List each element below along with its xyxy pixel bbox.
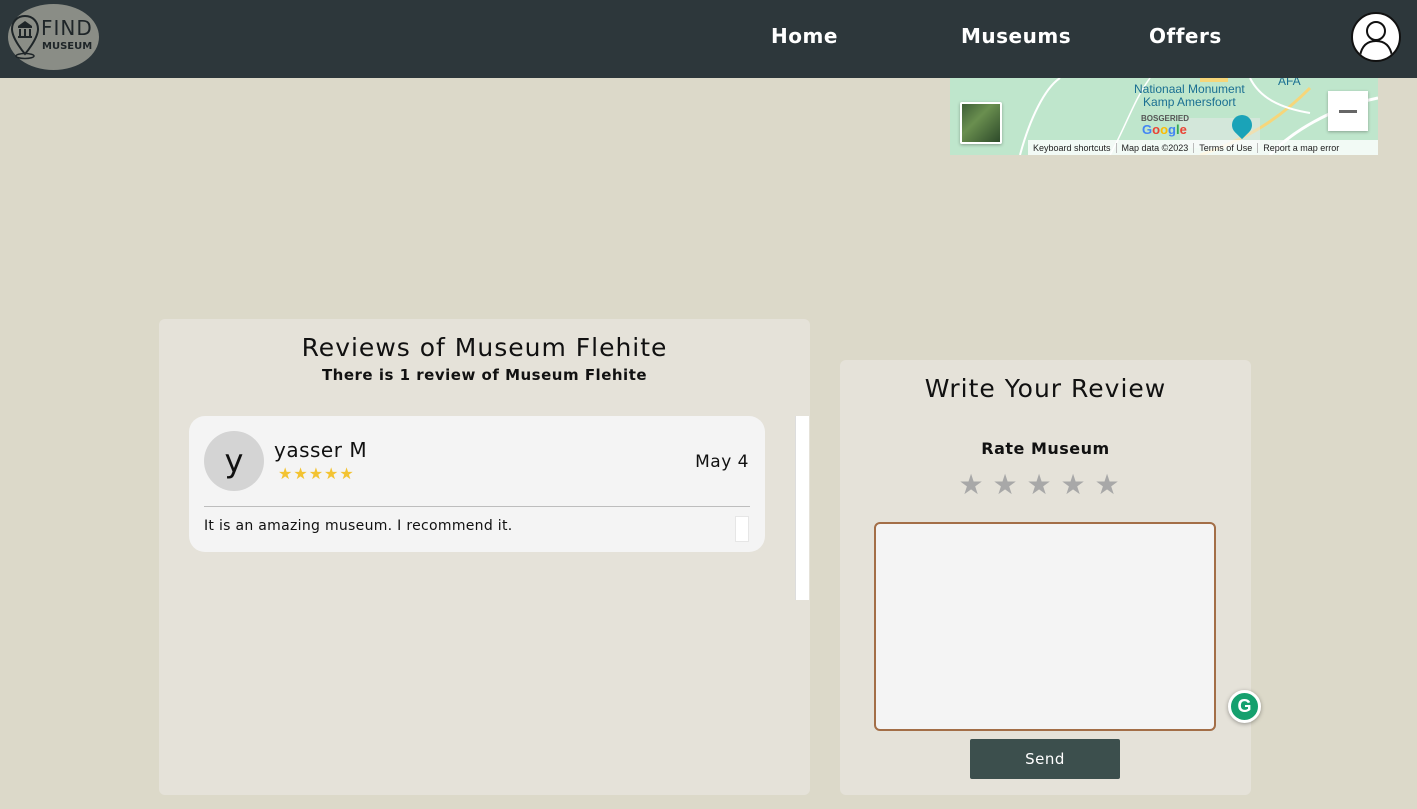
keyboard-shortcuts-link[interactable]: Keyboard shortcuts xyxy=(1028,142,1117,153)
rate-museum-label: Rate Museum xyxy=(981,439,1110,458)
map-data-label: Map data ©2023 xyxy=(1117,142,1195,153)
grammarly-icon[interactable]: G xyxy=(1228,690,1261,723)
reviews-scrollbar[interactable] xyxy=(795,416,809,600)
reviewer-avatar: y xyxy=(204,431,264,491)
rating-star-3-icon[interactable]: ★ xyxy=(1025,467,1053,503)
satellite-toggle-button[interactable] xyxy=(960,102,1002,144)
logo-text-find: FIND xyxy=(41,16,93,40)
google-logo: Google xyxy=(1142,122,1187,137)
rating-star-4-icon[interactable]: ★ xyxy=(1059,467,1087,503)
nav-link-home[interactable]: Home xyxy=(771,24,838,48)
profile-button[interactable] xyxy=(1351,12,1401,62)
map-zoom-out-button[interactable] xyxy=(1328,91,1368,131)
nav-link-museums[interactable]: Museums xyxy=(961,24,1071,48)
top-navbar: FIND MUSEUM Home Museums Offers xyxy=(0,0,1417,78)
map-attribution-bar: Keyboard shortcuts Map data ©2023 Terms … xyxy=(1028,140,1378,155)
review-text-scrollbar[interactable] xyxy=(735,516,749,542)
map-place-line-2: Kamp Amersfoort xyxy=(1143,95,1236,109)
logo-text-museum: MUSEUM xyxy=(42,41,93,52)
find-museum-logo[interactable]: FIND MUSEUM xyxy=(8,4,99,70)
nav-link-offers[interactable]: Offers xyxy=(1149,24,1222,48)
reviews-title: Reviews of Museum Flehite xyxy=(301,333,668,362)
review-divider xyxy=(204,506,750,507)
map-place-label[interactable]: Nationaal Monument Kamp Amersfoort xyxy=(1134,83,1245,109)
map-place-fragment: AFA xyxy=(1278,78,1301,88)
report-map-error-link[interactable]: Report a map error xyxy=(1258,143,1344,153)
review-textarea[interactable] xyxy=(874,522,1216,731)
embedded-map[interactable]: AFA Nationaal Monument Kamp Amersfoort B… xyxy=(950,78,1378,155)
rating-star-2-icon[interactable]: ★ xyxy=(991,467,1019,503)
reviews-panel: Reviews of Museum Flehite There is 1 rev… xyxy=(159,319,810,795)
reviewer-name: yasser M xyxy=(274,438,368,462)
review-date: May 4 xyxy=(695,452,749,472)
review-text: It is an amazing museum. I recommend it. xyxy=(204,518,513,534)
write-review-title: Write Your Review xyxy=(924,374,1167,403)
rating-star-5-icon[interactable]: ★ xyxy=(1093,467,1121,503)
user-avatar-icon xyxy=(1359,21,1393,57)
review-card: y yasser M ★★★★★ May 4 It is an amazing … xyxy=(189,416,765,552)
map-pin-icon xyxy=(10,14,40,60)
reviews-count: There is 1 review of Museum Flehite xyxy=(321,366,648,384)
review-rating-stars: ★★★★★ xyxy=(278,464,355,483)
rating-input: ★ ★ ★ ★ ★ xyxy=(957,467,1121,503)
send-button[interactable]: Send xyxy=(970,739,1120,779)
write-review-panel: Write Your Review Rate Museum ★ ★ ★ ★ ★ … xyxy=(840,360,1251,795)
rating-star-1-icon[interactable]: ★ xyxy=(957,467,985,503)
terms-of-use-link[interactable]: Terms of Use xyxy=(1194,142,1259,153)
